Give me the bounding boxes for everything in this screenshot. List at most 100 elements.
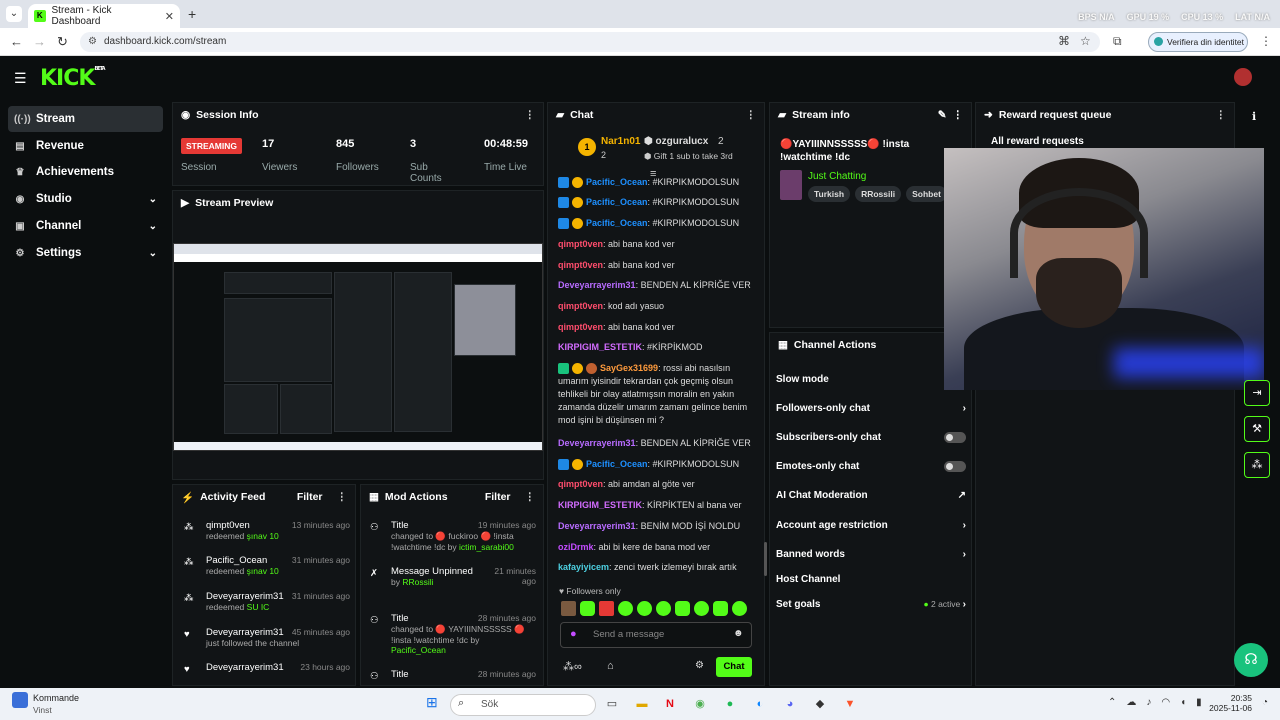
notification-bell-icon[interactable]: ◔: [1262, 697, 1268, 708]
action-set-goals[interactable]: Set goals ● 2 active ›: [776, 599, 966, 610]
close-tab-icon[interactable]: ✕: [165, 10, 174, 23]
support-chat-icon[interactable]: ☊: [1234, 643, 1268, 677]
microphone-icon[interactable]: ●: [570, 628, 577, 640]
action-subscribers-only[interactable]: Subscribers-only chat: [776, 432, 966, 443]
weather-icon[interactable]: [12, 692, 28, 708]
chat-username[interactable]: qimpt0ven: [558, 301, 603, 311]
activity-user[interactable]: Pacific_Ocean: [206, 555, 267, 566]
brave-icon[interactable]: ▼: [840, 694, 860, 714]
forward-icon[interactable]: →: [33, 34, 46, 49]
emote-icon[interactable]: [599, 601, 614, 616]
chat-username[interactable]: Pacific_Ocean: [586, 197, 648, 207]
bookmark-star-icon[interactable]: ☆: [1080, 34, 1091, 48]
action-followers-only[interactable]: Followers-only chat ›: [776, 403, 966, 414]
emote-icon[interactable]: [732, 601, 747, 616]
activity-user[interactable]: qimpt0ven: [206, 520, 250, 531]
tag-chip[interactable]: Turkish: [808, 186, 851, 202]
activity-user[interactable]: Deveyarrayerim31: [206, 591, 284, 602]
more-options-icon[interactable]: ⋮: [337, 491, 348, 503]
sidebar-item-achievements[interactable]: ♛ Achievements: [8, 159, 163, 185]
chat-message-input[interactable]: Send a message: [560, 622, 752, 648]
chat-username[interactable]: KIRPIGIM_ESTETIK: [558, 500, 642, 510]
taskbar-search[interactable]: Sök: [450, 694, 596, 716]
tray-chevron-icon[interactable]: ⌃: [1108, 697, 1116, 708]
more-options-icon[interactable]: ⋮: [525, 109, 536, 121]
activity-filter-button[interactable]: Filter: [297, 491, 323, 503]
discord-icon[interactable]: ◕: [780, 694, 800, 714]
chat-username[interactable]: Pacific_Ocean: [586, 177, 648, 187]
activity-user[interactable]: Deveyarrayerim31: [206, 662, 284, 673]
rail-button-export-icon[interactable]: ⇥: [1244, 380, 1270, 406]
subscribers-only-toggle[interactable]: [944, 432, 966, 443]
chat-username[interactable]: qimpt0ven: [558, 322, 603, 332]
mod-action-user[interactable]: ictim_sarabi00: [459, 542, 514, 552]
chat-scrollbar[interactable]: [764, 542, 767, 576]
url-input[interactable]: ⚙ dashboard.kick.com/stream: [80, 32, 1100, 52]
more-options-icon[interactable]: ⋮: [953, 109, 964, 121]
edge-icon[interactable]: ◐: [750, 694, 770, 714]
mic-icon[interactable]: ♪: [1146, 697, 1151, 708]
points-icon[interactable]: ⁂∞: [563, 660, 582, 673]
emote-icon[interactable]: [561, 601, 576, 616]
emote-icon[interactable]: [675, 601, 690, 616]
emote-icon[interactable]: [637, 601, 652, 616]
chat-settings-gear-icon[interactable]: ⚙: [695, 660, 704, 671]
top-gifter-name[interactable]: Nar1n01: [601, 136, 640, 147]
tab-list-chevron-icon[interactable]: ⌄: [6, 6, 22, 22]
send-chat-button[interactable]: Chat: [716, 657, 752, 677]
site-settings-icon[interactable]: ⚙: [88, 32, 97, 52]
hamburger-menu-icon[interactable]: ☰: [14, 70, 27, 87]
all-reward-requests[interactable]: All reward requests: [991, 136, 1084, 147]
tag-chip[interactable]: RRossili: [855, 186, 902, 202]
chat-username[interactable]: Deveyarrayerim31: [558, 438, 636, 448]
emote-icon[interactable]: [713, 601, 728, 616]
category-thumbnail[interactable]: [780, 170, 802, 200]
category-name[interactable]: Just Chatting: [808, 171, 866, 182]
chat-username[interactable]: kafayiyicem: [558, 562, 609, 572]
chrome-icon[interactable]: ◉: [690, 694, 710, 714]
verify-identity-button[interactable]: Verifiera din identitet: [1148, 32, 1248, 52]
action-slow-mode[interactable]: Slow mode: [776, 374, 966, 385]
back-icon[interactable]: ←: [10, 34, 23, 49]
mod-action-user[interactable]: RRossili: [402, 577, 433, 587]
chat-username[interactable]: Pacific_Ocean: [586, 218, 648, 228]
action-emotes-only[interactable]: Emotes-only chat: [776, 461, 966, 472]
chat-username[interactable]: qimpt0ven: [558, 260, 603, 270]
chat-username[interactable]: oziDrmk: [558, 542, 594, 552]
emote-icon[interactable]: [694, 601, 709, 616]
emote-icon[interactable]: [580, 601, 595, 616]
spotify-icon[interactable]: ●: [720, 694, 740, 714]
emotes-only-toggle[interactable]: [944, 461, 966, 472]
second-gifter[interactable]: ⬢ ozguralucx: [644, 136, 708, 147]
sidebar-item-revenue[interactable]: ▤ Revenue: [8, 133, 163, 159]
action-account-age[interactable]: Account age restriction ›: [776, 520, 966, 531]
volume-icon[interactable]: ◖: [1180, 697, 1186, 708]
store-icon[interactable]: ⌂: [607, 660, 614, 672]
browser-tab[interactable]: K Stream - Kick Dashboard ✕: [28, 4, 180, 28]
task-view-icon[interactable]: ▭: [602, 694, 622, 714]
sidebar-item-settings[interactable]: ⚙ Settings ⌄: [8, 240, 163, 266]
sidebar-item-channel[interactable]: ▣ Channel ⌄: [8, 213, 163, 239]
extensions-icon[interactable]: ⧉: [1113, 34, 1122, 49]
rail-button-wrench-icon[interactable]: ⚒: [1244, 416, 1270, 442]
mod-action-user[interactable]: Pacific_Ocean: [391, 645, 446, 655]
activity-user[interactable]: Deveyarrayerim31: [206, 627, 284, 638]
action-banned-words[interactable]: Banned words ›: [776, 549, 966, 560]
emote-icon[interactable]: [618, 601, 633, 616]
action-host-channel[interactable]: Host Channel: [776, 574, 966, 585]
sidebar-item-studio[interactable]: ◉ Studio ⌄: [8, 186, 163, 212]
wifi-icon[interactable]: ◠: [1161, 697, 1170, 708]
windows-start-icon[interactable]: ⊞: [426, 694, 438, 711]
more-options-icon[interactable]: ⋮: [746, 109, 757, 121]
user-avatar[interactable]: [1234, 68, 1252, 86]
chat-username[interactable]: KIRPIGIM_ESTETIK: [558, 342, 642, 352]
file-explorer-icon[interactable]: ▬: [632, 694, 652, 714]
chat-username[interactable]: qimpt0ven: [558, 239, 603, 249]
sidebar-item-stream[interactable]: ((·)) Stream: [8, 106, 163, 132]
kick-logo[interactable]: KICKBETA: [40, 66, 106, 91]
chat-username[interactable]: SayGex31699: [600, 363, 658, 373]
more-options-icon[interactable]: ⋮: [525, 491, 536, 503]
app-icon[interactable]: ◆: [810, 694, 830, 714]
action-ai-moderation[interactable]: AI Chat Moderation ↗: [776, 490, 966, 501]
chat-username[interactable]: Pacific_Ocean: [586, 459, 648, 469]
